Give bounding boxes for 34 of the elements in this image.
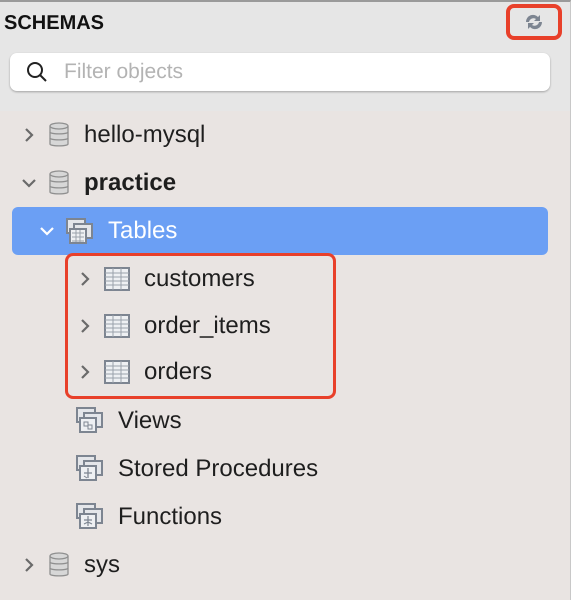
refresh-icon bbox=[523, 12, 545, 30]
item-label: order_items bbox=[144, 312, 271, 340]
database-icon bbox=[48, 550, 70, 578]
panel-title: SCHEMAS bbox=[4, 12, 104, 35]
procedures-folder-icon bbox=[76, 455, 104, 482]
tree-item[interactable]: customers bbox=[68, 256, 333, 302]
table-icon bbox=[104, 314, 130, 338]
table-icon bbox=[104, 267, 130, 292]
functions-folder-icon bbox=[76, 503, 104, 530]
tree-item[interactable]: sys bbox=[0, 540, 548, 588]
item-label: practice bbox=[84, 169, 176, 197]
table-icon bbox=[104, 360, 130, 384]
item-label: Stored Procedures bbox=[118, 454, 318, 482]
item-label: sys bbox=[84, 550, 120, 578]
database-icon bbox=[48, 121, 70, 149]
tables-folder-icon bbox=[66, 218, 94, 244]
search-field[interactable]: Filter objects bbox=[10, 53, 550, 91]
item-label: Tables bbox=[108, 217, 178, 245]
item-label: orders bbox=[144, 358, 212, 386]
views-folder-icon bbox=[76, 407, 104, 434]
refresh-button[interactable] bbox=[506, 4, 562, 40]
database-icon bbox=[48, 169, 70, 197]
tree-item[interactable]: order_items bbox=[68, 302, 333, 349]
tree-item[interactable]: orders bbox=[68, 349, 333, 396]
item-label: Functions bbox=[118, 502, 222, 530]
tree-item[interactable]: practice bbox=[0, 159, 548, 207]
search-icon bbox=[26, 61, 48, 83]
tree-item[interactable]: Views bbox=[0, 396, 548, 444]
item-label: hello-mysql bbox=[84, 121, 206, 149]
tree-item[interactable]: Functions bbox=[0, 492, 548, 540]
item-label: Views bbox=[118, 406, 182, 434]
item-label: customers bbox=[144, 265, 255, 294]
tree-item[interactable]: hello-mysql bbox=[0, 111, 548, 159]
tree-item[interactable]: Stored Procedures bbox=[0, 444, 548, 492]
